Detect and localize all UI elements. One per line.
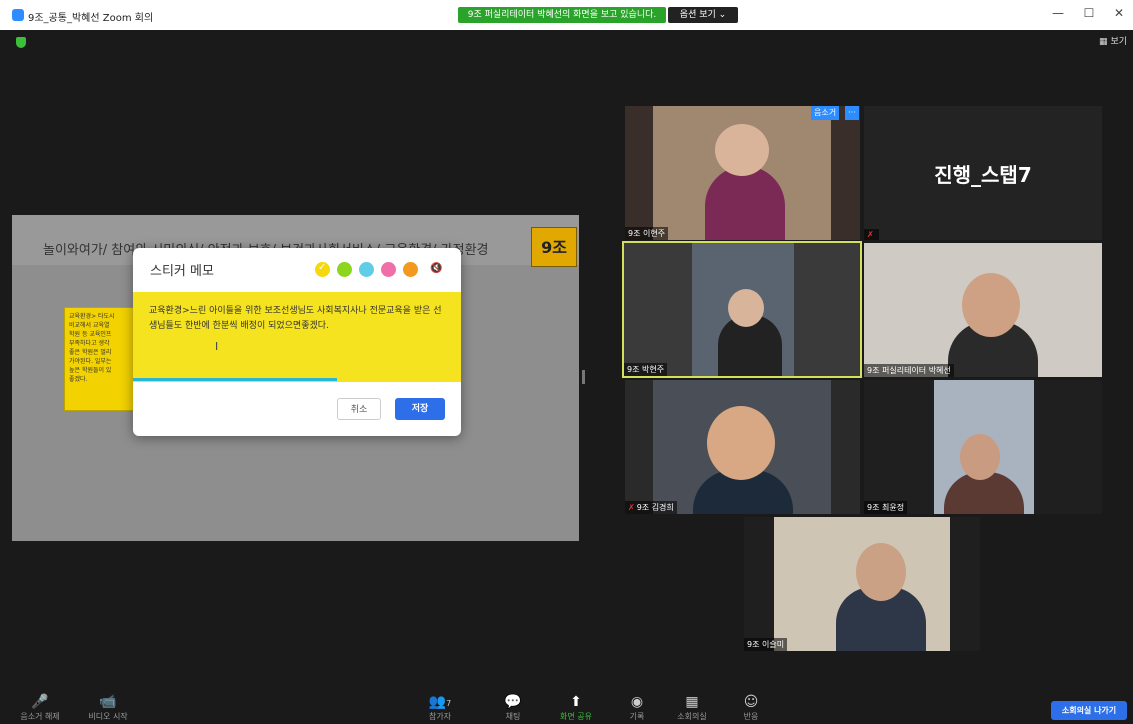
view-layout-button[interactable]: ▦ 보기	[1099, 34, 1127, 47]
participant-name: 9조 이현주	[625, 227, 669, 240]
participant-tile[interactable]: 9조 이슬미	[744, 517, 980, 651]
participant-name: ✗ 9조 김경희	[625, 501, 677, 514]
sticky-line: 가야된다. 일부는	[69, 358, 112, 365]
share-screen-button[interactable]: ⬆ 화면 공유	[554, 693, 598, 722]
record-button[interactable]: ◉ 기록	[622, 693, 652, 722]
participant-name: 9조 최윤정	[864, 501, 908, 514]
participant-face	[707, 406, 775, 480]
sticky-line: 좋겠다.	[69, 376, 88, 383]
participant-name: 9조 박현주	[624, 363, 668, 376]
color-swatch-orange[interactable]	[403, 262, 418, 277]
color-swatch-pink[interactable]	[381, 262, 396, 277]
start-video-button[interactable]: 📹 비디오 시작	[80, 693, 136, 722]
group-tag: 9조	[531, 227, 577, 267]
participant-body	[705, 166, 785, 240]
participant-face	[960, 434, 1000, 480]
color-swatch-green[interactable]	[337, 262, 352, 277]
text-cursor-icon: I	[215, 340, 219, 353]
sticky-line: 높은 학원들이 있	[69, 367, 112, 374]
screen-share-banner: 9조 퍼실리테이터 박혜선의 화면을 보고 있습니다.	[458, 7, 666, 23]
participant-tile-active-speaker[interactable]: 9조 박현주	[622, 241, 862, 378]
reactions-button[interactable]: ☺ 반응	[734, 693, 768, 722]
participant-name: ✗	[864, 229, 879, 240]
color-swatch-blue[interactable]	[359, 262, 374, 277]
save-button[interactable]: 저장	[395, 398, 445, 420]
share-screen-icon: ⬆	[570, 694, 582, 710]
title-bar: 9조_공통_박혜선 Zoom 회의 9조 퍼실리테이터 박혜선의 화면을 보고 …	[0, 0, 1133, 30]
dialog-title: 스티커 메모	[150, 264, 214, 279]
panel-splitter-handle[interactable]	[582, 370, 585, 384]
close-button[interactable]: ✕	[1109, 6, 1129, 20]
leave-breakout-room-button[interactable]: 소회의실 나가기	[1051, 701, 1127, 720]
meeting-toolbar: 🎤 음소거 해제 📹 비디오 시작 👥7 참가자 💬 채팅 ⬆ 화면 공유 ◉ …	[0, 687, 1133, 724]
participant-tile[interactable]: 9조 퍼실리테이터 박혜선	[864, 243, 1102, 377]
participant-tile[interactable]: 9조 최윤정	[864, 380, 1102, 514]
zoom-app-icon	[12, 9, 24, 21]
participants-button[interactable]: 👥7 참가자	[420, 693, 460, 722]
unmute-participant-button[interactable]: 음소거	[811, 106, 840, 120]
participant-face	[715, 124, 769, 176]
minimize-button[interactable]: —	[1048, 6, 1068, 20]
participant-name: 9조 퍼실리테이터 박혜선	[864, 364, 954, 377]
participant-face	[856, 543, 906, 601]
participant-display-name: 진행_스탭7	[934, 162, 1032, 187]
color-swatch-yellow[interactable]	[315, 262, 330, 277]
chat-button[interactable]: 💬 채팅	[496, 693, 530, 722]
mic-muted-icon: ✗	[867, 230, 874, 239]
sticky-memo-dialog: 스티커 메모 🔇 교육환경>느린 아이들을 위한 보조선생님도 사회복지사나 전…	[133, 248, 461, 436]
breakout-rooms-button[interactable]: ▦ 소회의실	[670, 693, 714, 722]
participant-name: 9조 이슬미	[744, 638, 788, 651]
microphone-muted-icon: 🎤	[31, 694, 49, 710]
participant-tile[interactable]: ✗ 9조 김경희	[625, 380, 860, 514]
memo-textarea[interactable]: 교육환경>느린 아이들을 위한 보조선생님도 사회복지사나 전문교육을 받은 선…	[133, 292, 461, 382]
participants-icon: 👥7	[428, 694, 452, 710]
record-icon: ◉	[630, 694, 644, 710]
unmute-button[interactable]: 🎤 음소거 해제	[14, 693, 66, 722]
sticky-line: 좋은 학원은 멀리	[69, 349, 112, 356]
maximize-button[interactable]: ☐	[1079, 6, 1099, 20]
participant-face	[728, 289, 764, 327]
sticky-line: 부족하다고 생각	[69, 340, 110, 347]
more-options-button[interactable]: ···	[845, 106, 859, 120]
chat-icon: 💬	[504, 694, 522, 710]
mic-muted-icon: ✗	[628, 503, 635, 512]
zoom-window: 9조_공통_박혜선 Zoom 회의 9조 퍼실리테이터 박혜선의 화면을 보고 …	[0, 0, 1133, 724]
security-shield-icon[interactable]	[16, 37, 26, 48]
participant-tile[interactable]: 진행_스탭7 ✗	[864, 106, 1102, 240]
grid-icon: ▦	[1099, 37, 1108, 47]
view-options-button[interactable]: 옵션 보기 ⌄	[668, 7, 738, 23]
smiley-icon: ☺	[743, 694, 759, 710]
mute-icon[interactable]: 🔇	[430, 263, 442, 274]
sticky-line: 비교해서 교육열	[69, 322, 110, 329]
participant-tile[interactable]: 음소거 ··· 9조 이현주	[625, 106, 860, 240]
window-title: 9조_공통_박혜선 Zoom 회의	[28, 13, 154, 24]
sticky-line: 학원 등 교육인프	[69, 331, 112, 338]
memo-progress-bar	[133, 378, 337, 381]
cancel-button[interactable]: 취소	[337, 398, 381, 420]
background-sticky-note: 교육환경> 타도시 비교해서 교육열 학원 등 교육인프 부족하다고 생각 좋은…	[64, 307, 139, 411]
breakout-rooms-icon: ▦	[685, 694, 699, 710]
video-off-icon: 📹	[99, 694, 117, 710]
sticky-line: 교육환경> 타도시	[69, 313, 115, 320]
participant-face	[962, 273, 1020, 337]
